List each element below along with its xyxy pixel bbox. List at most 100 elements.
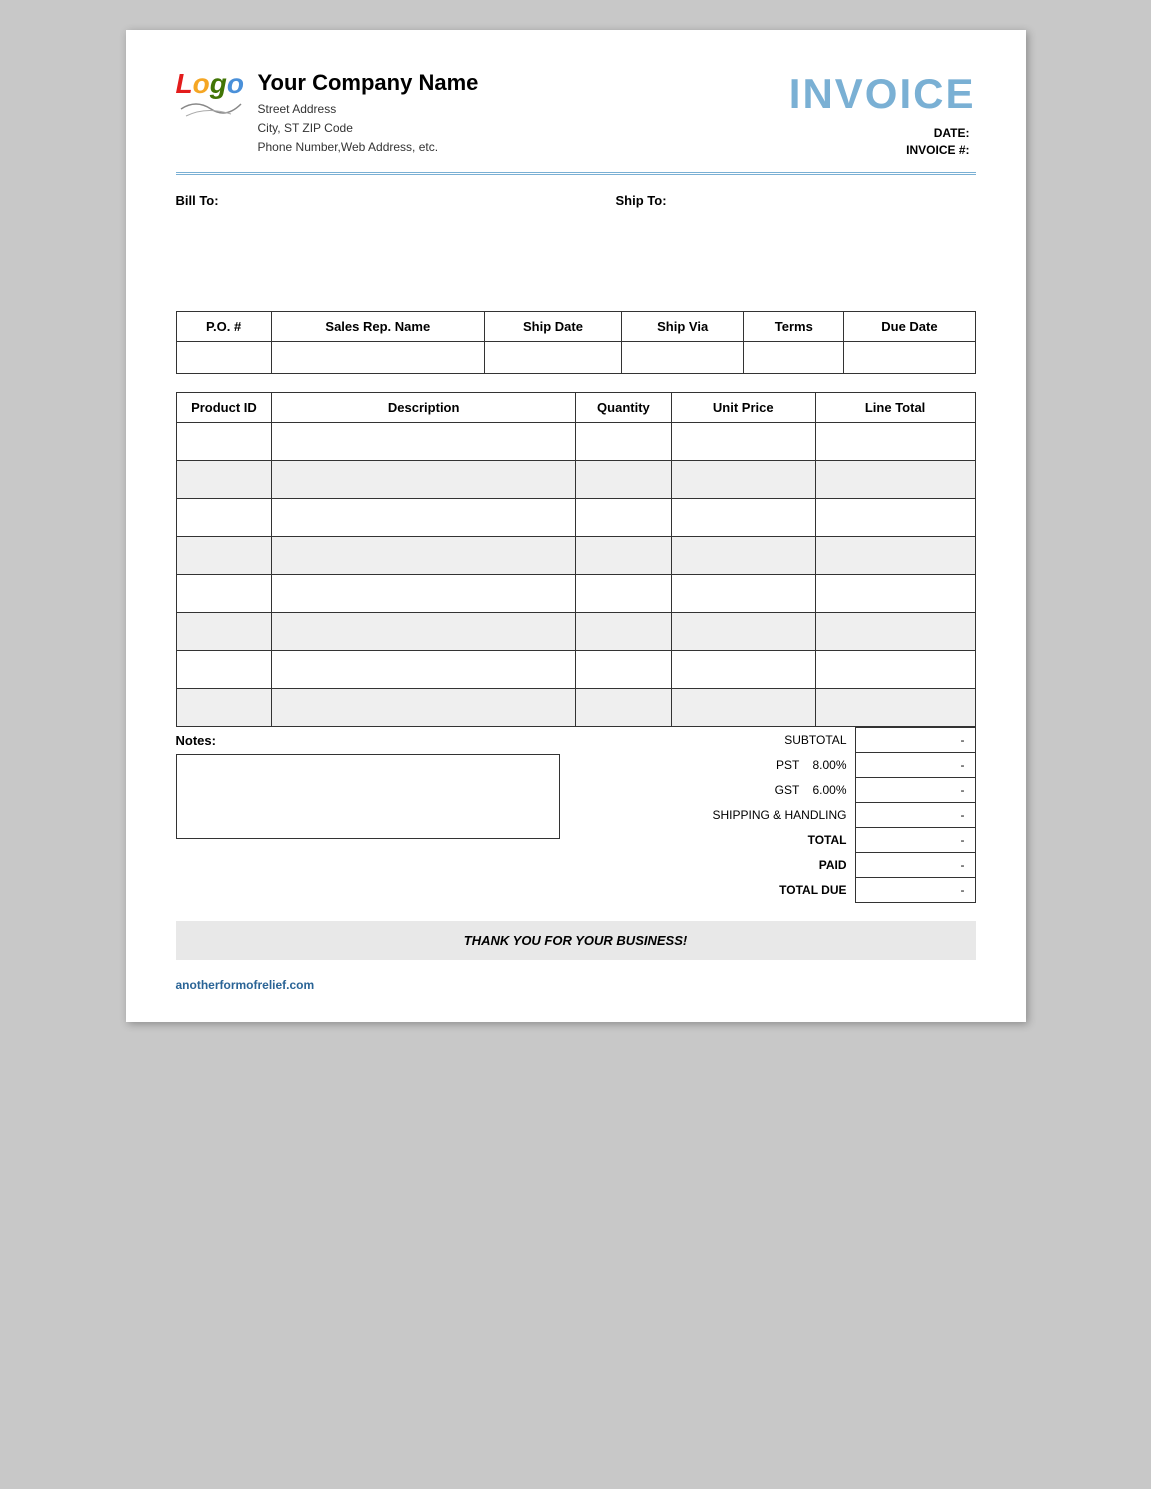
product-cell [671, 651, 815, 689]
date-label: DATE: [934, 126, 970, 140]
product-cell [671, 423, 815, 461]
product-cell [671, 537, 815, 575]
product-cell [815, 651, 975, 689]
quantity-header: Quantity [575, 393, 671, 423]
product-cell [272, 537, 576, 575]
thank-you-bar: THANK YOU FOR YOUR BUSINESS! [176, 921, 976, 960]
footer-website: anotherformofrelief.com [176, 978, 315, 992]
notes-label: Notes: [176, 733, 560, 748]
address-line3: Phone Number,Web Address, etc. [258, 138, 479, 157]
product-cell [575, 689, 671, 727]
notes-box[interactable] [176, 754, 560, 839]
description-header: Description [272, 393, 576, 423]
ship-date-cell [484, 342, 621, 374]
product-cell [176, 651, 272, 689]
bill-to-label: Bill To: [176, 193, 536, 208]
products-table: Product ID Description Quantity Unit Pri… [176, 392, 976, 727]
product-cell [815, 461, 975, 499]
product-cell [176, 689, 272, 727]
shipping-row: SHIPPING & HANDLING - [576, 803, 976, 828]
product-row [176, 651, 975, 689]
product-cell [671, 499, 815, 537]
product-cell [815, 537, 975, 575]
gst-rate: 6.00% [812, 783, 846, 797]
products-header-row: Product ID Description Quantity Unit Pri… [176, 393, 975, 423]
terms-cell [744, 342, 844, 374]
gst-row: GST 6.00% - [576, 778, 976, 803]
sales-rep-cell [271, 342, 484, 374]
footer: anotherformofrelief.com [176, 978, 976, 992]
product-cell [176, 423, 272, 461]
thank-you-text: THANK YOU FOR YOUR BUSINESS! [464, 933, 687, 948]
totals-table: SUBTOTAL - PST 8.00% - GST [576, 727, 976, 903]
po-num-header: P.O. # [176, 312, 271, 342]
shipping-label: SHIPPING & HANDLING [576, 803, 856, 828]
ship-date-header: Ship Date [484, 312, 621, 342]
notes-section: Notes: [176, 727, 560, 839]
invoice-title-section: INVOICE DATE: INVOICE #: [789, 70, 976, 160]
terms-header: Terms [744, 312, 844, 342]
ship-to-block: Ship To: [616, 193, 976, 293]
product-cell [272, 461, 576, 499]
address-line2: City, ST ZIP Code [258, 119, 479, 138]
ship-to-label: Ship To: [616, 193, 976, 208]
invoice-meta: DATE: INVOICE #: [789, 126, 976, 157]
ship-via-header: Ship Via [622, 312, 744, 342]
logo-swoosh [176, 94, 246, 127]
address-line1: Street Address [258, 100, 479, 119]
addresses-section: Bill To: Ship To: [176, 193, 976, 293]
pst-label: PST [776, 758, 799, 772]
paid-row: PAID - [576, 853, 976, 878]
ship-via-cell [622, 342, 744, 374]
product-cell [671, 613, 815, 651]
product-cell [176, 461, 272, 499]
total-due-row: TOTAL DUE - [576, 878, 976, 903]
line-total-header: Line Total [815, 393, 975, 423]
paid-value: - [855, 853, 975, 878]
product-row [176, 461, 975, 499]
sales-rep-header: Sales Rep. Name [271, 312, 484, 342]
product-row [176, 613, 975, 651]
product-cell [176, 499, 272, 537]
po-data-row [176, 342, 975, 374]
product-cell [272, 689, 576, 727]
product-cell [575, 461, 671, 499]
total-row: TOTAL - [576, 828, 976, 853]
total-label: TOTAL [576, 828, 856, 853]
shipping-value: - [855, 803, 975, 828]
invoice-num-label: INVOICE #: [906, 143, 969, 157]
total-value: - [855, 828, 975, 853]
po-header-row: P.O. # Sales Rep. Name Ship Date Ship Vi… [176, 312, 975, 342]
subtotal-row: SUBTOTAL - [576, 728, 976, 753]
company-name: Your Company Name [258, 70, 479, 96]
invoice-page: Logo Your Company Name Street Address Ci… [126, 30, 1026, 1022]
bottom-section: Notes: SUBTOTAL - PST 8.00% [176, 727, 976, 903]
product-cell [272, 613, 576, 651]
subtotal-value: - [855, 728, 975, 753]
company-details: Your Company Name Street Address City, S… [258, 70, 479, 158]
product-cell [176, 613, 272, 651]
gst-label: GST [775, 783, 799, 797]
product-cell [815, 575, 975, 613]
company-address: Street Address City, ST ZIP Code Phone N… [258, 100, 479, 158]
product-cell [815, 689, 975, 727]
product-cell [671, 461, 815, 499]
totals-section: SUBTOTAL - PST 8.00% - GST [576, 727, 976, 903]
product-cell [575, 499, 671, 537]
unit-price-header: Unit Price [671, 393, 815, 423]
product-cell [575, 613, 671, 651]
product-cell [575, 423, 671, 461]
product-id-header: Product ID [176, 393, 272, 423]
product-row [176, 689, 975, 727]
product-cell [272, 499, 576, 537]
invoice-title: INVOICE [789, 70, 976, 118]
product-row [176, 423, 975, 461]
product-cell [272, 651, 576, 689]
pst-label-cell: PST 8.00% [576, 753, 856, 778]
product-cell [272, 423, 576, 461]
subtotal-label: SUBTOTAL [576, 728, 856, 753]
product-cell [815, 613, 975, 651]
invoice-num-row: INVOICE #: [789, 143, 976, 157]
gst-value: - [855, 778, 975, 803]
pst-value: - [855, 753, 975, 778]
